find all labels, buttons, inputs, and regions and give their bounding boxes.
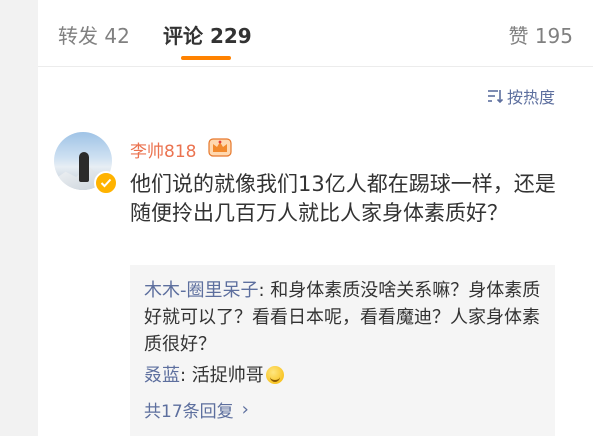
comment-panel: 转发 42 评论 229 赞 195 按热度 李帅818 他们说的就像我们13亿…	[38, 0, 593, 436]
verified-icon	[94, 171, 118, 195]
sort-by-hot-button[interactable]: 按热度	[487, 84, 555, 108]
reply-author[interactable]: 叒蓝	[144, 365, 180, 386]
view-all-replies-link[interactable]: 共17条回复 ›	[144, 397, 249, 422]
reply-text: : 活捉帅哥	[180, 365, 264, 386]
reply-item: 木木-圈里呆子: 和身体素质没啥关系嘛？身体素质好就可以了？看看日本呢，看看魔迪…	[144, 277, 544, 358]
comment-username[interactable]: 李帅818	[130, 137, 196, 162]
tab-comment[interactable]: 评论 229	[163, 20, 252, 49]
reply-author[interactable]: 木木-圈里呆子	[144, 280, 259, 301]
sort-icon	[487, 90, 503, 103]
active-tab-indicator	[181, 56, 231, 60]
chevron-right-icon: ›	[241, 399, 249, 420]
comment-text: 他们说的就像我们13亿人都在踢球一样，还是随便拎出几百万人就比人家身体素质好？	[130, 172, 556, 225]
tab-repost-count: 42	[104, 24, 130, 48]
crown-icon	[208, 136, 232, 162]
tab-like-count: 195	[534, 24, 573, 48]
tab-bar: 转发 42 评论 229 赞 195	[38, 0, 593, 67]
tab-comment-label: 评论	[163, 24, 203, 48]
smile-emoji	[265, 366, 284, 384]
tab-like-label: 赞	[508, 24, 529, 48]
avatar-person	[79, 152, 89, 182]
tab-like[interactable]: 赞 195	[508, 20, 573, 49]
sort-label: 按热度	[506, 88, 555, 107]
more-replies-label: 共17条回复	[144, 402, 234, 422]
reply-item: 叒蓝: 活捉帅哥	[144, 362, 544, 389]
tab-repost[interactable]: 转发 42	[58, 20, 130, 49]
tab-comment-count: 229	[209, 24, 252, 48]
tab-repost-label: 转发	[58, 24, 98, 48]
reply-thread: 木木-圈里呆子: 和身体素质没啥关系嘛？身体素质好就可以了？看看日本呢，看看魔迪…	[130, 265, 555, 436]
